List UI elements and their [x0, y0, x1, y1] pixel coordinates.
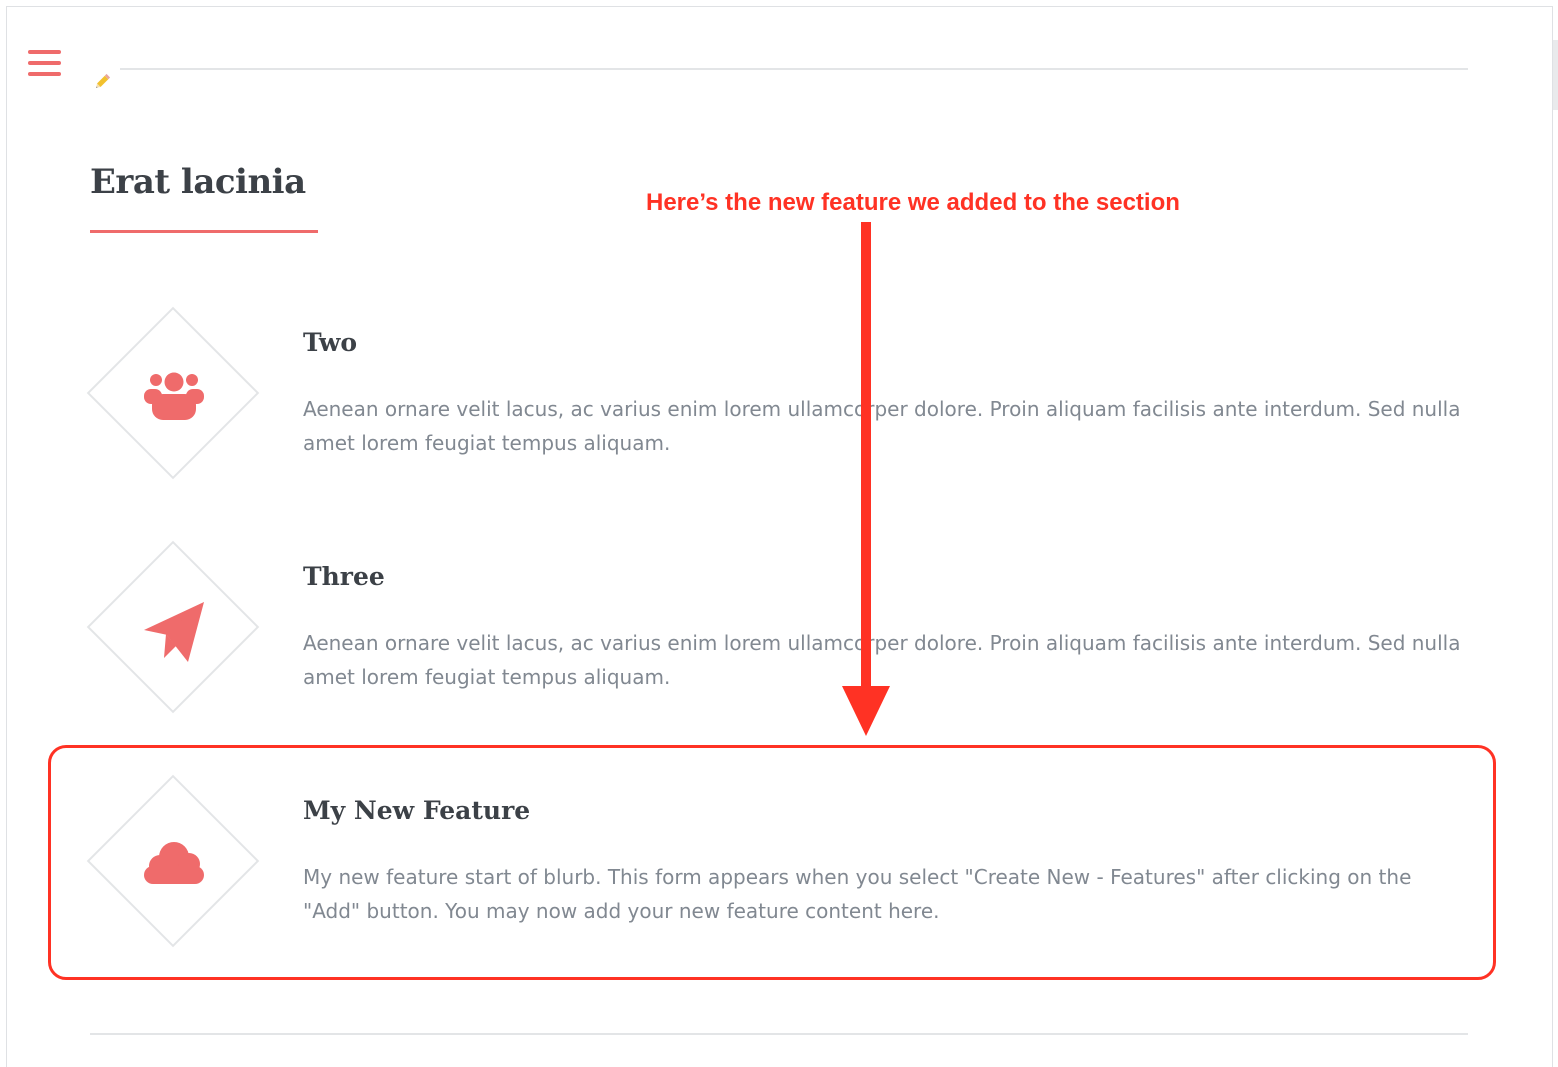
scrollbar[interactable]	[1553, 40, 1558, 110]
bottom-divider	[90, 1033, 1468, 1035]
title-underline	[90, 230, 318, 233]
feature-icon-frame	[86, 306, 262, 482]
paper-plane-icon	[144, 602, 204, 662]
feature-title: Two	[303, 328, 358, 357]
annotation-arrow-head	[842, 686, 890, 736]
feature-item: Two Aenean ornare velit lacus, ac varius…	[86, 306, 1486, 486]
annotation-highlight-box	[48, 745, 1496, 980]
users-icon	[144, 372, 204, 420]
feature-icon-frame	[86, 540, 262, 716]
section-title: Erat lacinia	[90, 162, 306, 202]
feature-title: Three	[303, 562, 385, 591]
pencil-icon[interactable]	[93, 71, 113, 91]
top-divider	[120, 68, 1468, 70]
feature-text: Aenean ornare velit lacus, ac varius eni…	[303, 631, 1461, 689]
annotation-arrow	[861, 222, 871, 692]
hamburger-menu-icon[interactable]	[28, 50, 61, 78]
annotation-label: Here’s the new feature we added to the s…	[646, 189, 1180, 216]
feature-text: Aenean ornare velit lacus, ac varius eni…	[303, 397, 1461, 455]
feature-item: Three Aenean ornare velit lacus, ac vari…	[86, 540, 1486, 720]
